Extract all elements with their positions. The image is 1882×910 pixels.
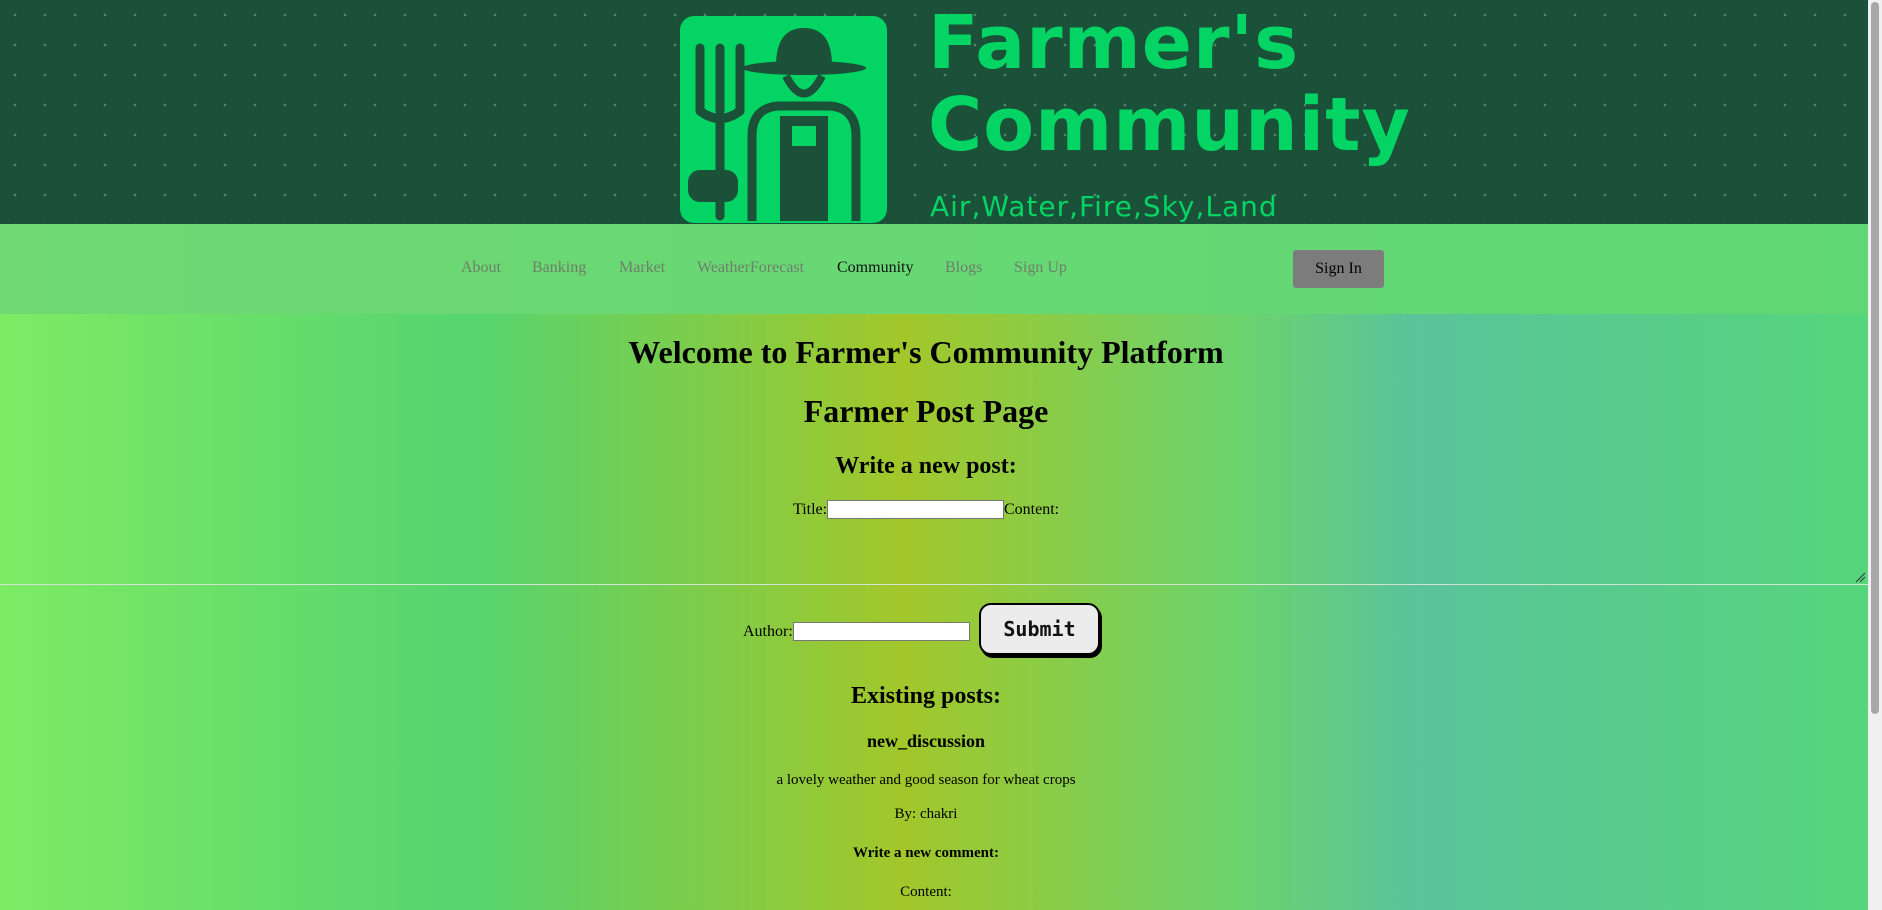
nav-community[interactable]: Community xyxy=(837,259,913,277)
farmer-logo-icon xyxy=(680,16,887,223)
logo-title-line2: Community xyxy=(928,82,1411,168)
sign-in-button[interactable]: Sign In xyxy=(1293,250,1384,288)
nav-banking[interactable]: Banking xyxy=(532,259,586,277)
navbar xyxy=(0,224,1868,314)
scrollbar-thumb[interactable] xyxy=(1871,2,1879,714)
logo-title: Farmer's Community xyxy=(928,2,1411,166)
logo-tagline: Air,Water,Fire,Sky,Land xyxy=(930,190,1278,223)
page-scrollbar[interactable] xyxy=(1868,0,1882,910)
submit-button[interactable]: Submit xyxy=(979,603,1100,655)
post-author: By: chakri xyxy=(894,806,958,822)
logo-title-line1: Farmer's xyxy=(928,0,1300,86)
site-banner: Farmer's Community Air,Water,Fire,Sky,La… xyxy=(0,0,1868,224)
author-label: Author: xyxy=(743,623,793,640)
content-label: Content: xyxy=(1004,501,1060,518)
resize-handle-icon[interactable] xyxy=(1854,570,1866,583)
title-input[interactable] xyxy=(827,500,1004,519)
nav-sign-up[interactable]: Sign Up xyxy=(1014,259,1067,277)
comment-content-label: Content: xyxy=(900,884,952,900)
post-content: a lovely weather and good season for whe… xyxy=(776,772,1076,788)
nav-market[interactable]: Market xyxy=(619,259,665,277)
post-title: new_discussion xyxy=(866,731,986,751)
new-post-heading: Write a new post: xyxy=(835,453,1017,479)
nav-blogs[interactable]: Blogs xyxy=(945,259,982,277)
content-textarea[interactable] xyxy=(0,584,1868,585)
nav-weather-forecast[interactable]: WeatherForecast xyxy=(697,259,804,277)
title-label: Title: xyxy=(793,501,828,518)
author-input[interactable] xyxy=(793,622,970,641)
existing-posts-heading: Existing posts: xyxy=(850,683,1002,709)
nav-about[interactable]: About xyxy=(461,259,501,277)
welcome-heading: Welcome to Farmer's Community Platform xyxy=(628,334,1224,370)
comment-heading: Write a new comment: xyxy=(853,845,999,861)
page-title: Farmer Post Page xyxy=(803,393,1049,429)
